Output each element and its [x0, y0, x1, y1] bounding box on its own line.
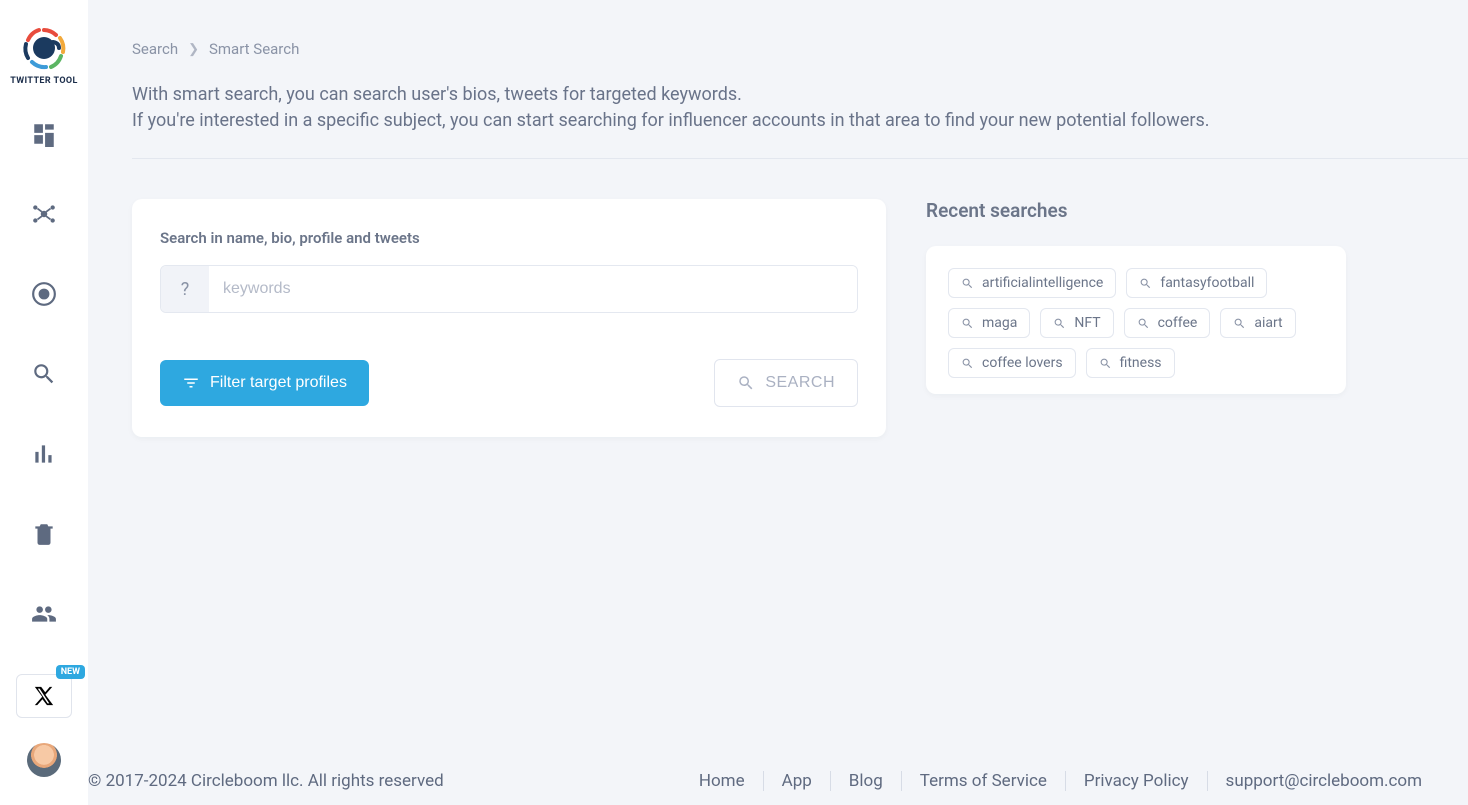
sidebar: TWITTER TOOL NEW: [0, 0, 88, 805]
recent-chip[interactable]: fitness: [1086, 348, 1175, 378]
nav-search[interactable]: [24, 354, 64, 394]
sidebar-nav: NEW: [16, 114, 72, 718]
desc-line2: If you're interested in a specific subje…: [132, 110, 1210, 131]
search-card: Search in name, bio, profile and tweets …: [132, 199, 886, 437]
trash-icon: [31, 521, 57, 547]
nav-dashboard[interactable]: [24, 114, 64, 154]
nav-analytics[interactable]: [24, 434, 64, 474]
recent-chip-label: coffee: [1158, 315, 1198, 331]
nav-circle[interactable]: [24, 274, 64, 314]
search-icon: [1139, 277, 1152, 290]
help-icon[interactable]: ?: [161, 266, 209, 312]
logo-text: TWITTER TOOL: [10, 76, 78, 86]
filter-icon: [182, 374, 200, 392]
footer-copyright: © 2017-2024 Circleboom llc. All rights r…: [88, 771, 444, 791]
search-icon: [1233, 317, 1246, 330]
recent-card: artificialintelligence fantasyfootball mag…: [926, 246, 1346, 394]
page-description: With smart search, you can search user's…: [132, 82, 1468, 134]
search-icon: [961, 357, 974, 370]
footer-link[interactable]: Terms of Service: [902, 771, 1065, 791]
search-button[interactable]: SEARCH: [714, 359, 858, 407]
footer-link[interactable]: Home: [681, 771, 763, 791]
avatar[interactable]: [27, 743, 61, 777]
recent-chip-label: aiart: [1254, 315, 1282, 331]
breadcrumb-root[interactable]: Search: [132, 40, 178, 58]
search-icon: [961, 277, 974, 290]
recent-chip[interactable]: maga: [948, 308, 1030, 338]
search-icon: [1099, 357, 1112, 370]
nav-network[interactable]: [24, 194, 64, 234]
recent-chip[interactable]: fantasyfootball: [1126, 268, 1267, 298]
keyword-input[interactable]: [209, 266, 857, 312]
bar-chart-icon: [31, 441, 57, 467]
footer-link[interactable]: App: [764, 771, 830, 791]
dashboard-icon: [31, 121, 57, 147]
filter-button[interactable]: Filter target profiles: [160, 360, 369, 406]
network-icon: [31, 201, 57, 227]
search-label: Search in name, bio, profile and tweets: [160, 229, 858, 247]
filter-button-label: Filter target profiles: [210, 374, 347, 392]
recent-searches: Recent searches artificialintelligence fa…: [926, 199, 1346, 394]
recent-chip-label: maga: [982, 315, 1017, 331]
recent-chip-label: fantasyfootball: [1160, 275, 1254, 291]
breadcrumb: Search ❯ Smart Search: [132, 40, 1468, 58]
search-button-label: SEARCH: [765, 374, 835, 392]
nav-x[interactable]: NEW: [16, 674, 72, 718]
x-icon: [33, 685, 55, 707]
footer-link[interactable]: support@circleboom.com: [1208, 771, 1440, 791]
search-icon: [31, 361, 57, 387]
search-icon: [737, 374, 755, 392]
nav-trash[interactable]: [24, 514, 64, 554]
main: Search ❯ Smart Search With smart search,…: [88, 0, 1468, 805]
footer-links: HomeAppBlogTerms of ServicePrivacy Polic…: [681, 771, 1440, 791]
recent-chip[interactable]: aiart: [1220, 308, 1295, 338]
new-badge: NEW: [56, 665, 85, 679]
recent-title: Recent searches: [926, 199, 1346, 222]
nav-people[interactable]: [24, 594, 64, 634]
chevron-right-icon: ❯: [188, 42, 199, 57]
recent-chip[interactable]: coffee: [1124, 308, 1211, 338]
recent-chip-label: artificialintelligence: [982, 275, 1103, 291]
footer: © 2017-2024 Circleboom llc. All rights r…: [88, 771, 1468, 791]
people-icon: [31, 601, 57, 627]
recent-chip-label: fitness: [1120, 355, 1162, 371]
content-row: Search in name, bio, profile and tweets …: [132, 199, 1468, 437]
recent-chip-label: coffee lovers: [982, 355, 1063, 371]
footer-link[interactable]: Privacy Policy: [1066, 771, 1207, 791]
card-actions: Filter target profiles SEARCH: [160, 359, 858, 407]
search-icon: [1137, 317, 1150, 330]
footer-link[interactable]: Blog: [831, 771, 901, 791]
recent-chip[interactable]: coffee lovers: [948, 348, 1076, 378]
search-icon: [961, 317, 974, 330]
divider: [132, 158, 1468, 159]
desc-line1: With smart search, you can search user's…: [132, 84, 742, 105]
search-icon: [1053, 317, 1066, 330]
recent-chip[interactable]: artificialintelligence: [948, 268, 1116, 298]
circle-target-icon: [31, 281, 57, 307]
keyword-input-group: ?: [160, 265, 858, 313]
logo-icon: [20, 24, 68, 72]
recent-chip[interactable]: NFT: [1040, 308, 1113, 338]
breadcrumb-leaf[interactable]: Smart Search: [209, 40, 299, 58]
recent-chip-label: NFT: [1074, 315, 1100, 331]
